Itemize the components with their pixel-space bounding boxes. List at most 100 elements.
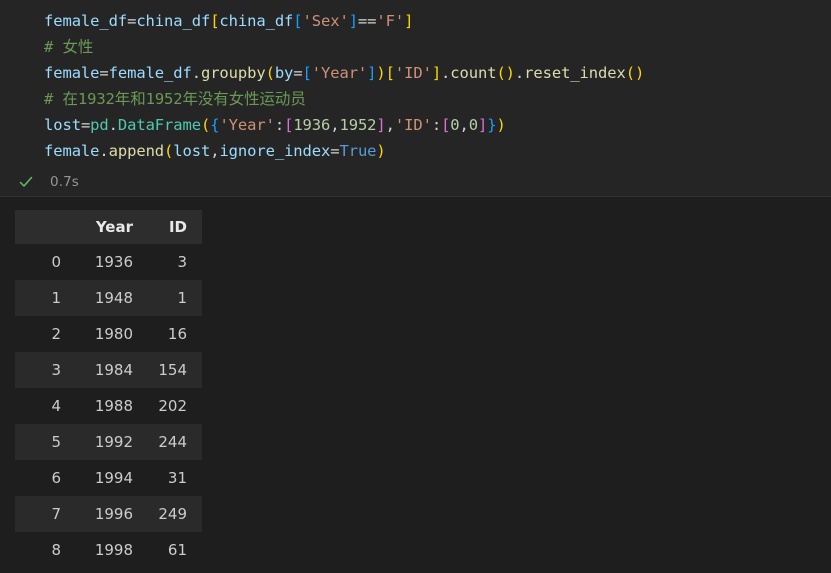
code-token: True [339, 142, 377, 160]
code-line: # 在1932年和1952年没有女性运动员 [44, 86, 831, 112]
code-token: count [450, 64, 497, 82]
code-token: groupby [200, 64, 266, 82]
cell-year: 1994 [94, 469, 133, 487]
cell-year: 1980 [94, 325, 133, 343]
code-token: ] [404, 12, 414, 30]
cell-index: 0 [51, 253, 61, 271]
code-token: . [108, 116, 118, 134]
code-token: ( [164, 142, 174, 160]
code-token: = [80, 116, 91, 134]
table-row: 5 1992 244 [15, 424, 202, 460]
code-token: 'Year' [219, 116, 275, 134]
table-row: 7 1996 249 [15, 496, 202, 532]
execution-time-label: 0.7s [50, 174, 79, 190]
code-token: append [108, 142, 165, 160]
code-token: . [514, 64, 525, 82]
code-token: () [496, 64, 515, 82]
code-token: ] [348, 12, 358, 30]
cell-index: 2 [51, 325, 61, 343]
dataframe-output-table: Year ID 0 1936 3 1 1948 1 2 1980 16 3 1984 154 4 1988… [15, 210, 202, 568]
code-token: ) [376, 64, 386, 82]
code-token: 1936 [293, 116, 331, 134]
code-token: female_df [108, 64, 192, 82]
code-token: ( [265, 64, 275, 82]
cell-output-area: Year ID 0 1936 3 1 1948 1 2 1980 16 3 1984 154 4 1988… [0, 197, 831, 568]
code-token: 'ID' [394, 64, 432, 82]
code-token: = [99, 64, 109, 82]
code-line: female=female_df.groupby(by=['Year'])['I… [44, 60, 831, 86]
table-row: 4 1988 202 [15, 388, 202, 424]
code-token: 'F' [376, 12, 405, 30]
code-token: ] [376, 116, 386, 134]
code-token: female [44, 64, 100, 82]
cell-id: 61 [167, 541, 187, 559]
code-token: = [127, 12, 137, 30]
code-token: 'Sex' [302, 12, 349, 30]
notebook-cell-view: female_df=china_df[china_df['Sex']=='F']… [0, 0, 831, 573]
cell-index: 1 [51, 289, 61, 307]
code-token: ignore_index [219, 142, 331, 160]
code-token: , [459, 116, 469, 134]
code-token: ) [496, 116, 506, 134]
column-header-index [15, 210, 71, 244]
success-check-icon [18, 174, 34, 190]
cell-id: 249 [158, 505, 187, 523]
code-token: [ [293, 12, 303, 30]
code-token: 'Year' [311, 64, 368, 82]
table-row: 8 1998 61 [15, 532, 202, 568]
cell-id: 1 [177, 289, 187, 307]
cell-id: 31 [167, 469, 187, 487]
code-token: ( [200, 116, 211, 134]
cell-index: 7 [51, 505, 61, 523]
cell-id: 3 [177, 253, 187, 271]
code-token: lost [44, 116, 81, 134]
cell-index: 5 [51, 433, 61, 451]
table-row: 0 1936 3 [15, 244, 202, 280]
code-token: == [357, 12, 377, 30]
code-token: female_df [44, 12, 128, 30]
column-header-id: ID [168, 218, 187, 236]
table-row: 3 1984 154 [15, 352, 202, 388]
table-header-row: Year ID [15, 210, 202, 244]
code-cell[interactable]: female_df=china_df[china_df['Sex']=='F']… [0, 0, 831, 197]
cell-year: 1936 [94, 253, 133, 271]
code-token: # 女性 [44, 38, 94, 56]
code-token: . [441, 64, 451, 82]
cell-id: 16 [167, 325, 187, 343]
cell-year: 1996 [94, 505, 133, 523]
code-line: lost=pd.DataFrame({'Year':[1936,1952],'I… [44, 112, 831, 138]
table-row: 6 1994 31 [15, 460, 202, 496]
cell-year: 1998 [94, 541, 133, 559]
cell-execution-status: 0.7s [0, 168, 831, 196]
column-header-year: Year [95, 218, 133, 236]
code-token: . [99, 142, 109, 160]
code-editor[interactable]: female_df=china_df[china_df['Sex']=='F']… [0, 6, 831, 168]
cell-id: 202 [158, 397, 187, 415]
cell-id: 154 [158, 361, 187, 379]
code-token: . [191, 64, 201, 82]
table-body: 0 1936 3 1 1948 1 2 1980 16 3 1984 154 4 1988 202 5 1992… [15, 244, 202, 568]
code-token: ] [478, 116, 488, 134]
code-token: : [431, 116, 442, 134]
code-token: female [44, 142, 100, 160]
table-row: 2 1980 16 [15, 316, 202, 352]
cell-year: 1984 [94, 361, 133, 379]
code-token: pd [90, 116, 109, 134]
code-token: : [274, 116, 285, 134]
code-token: DataFrame [117, 116, 201, 134]
table-row: 1 1948 1 [15, 280, 202, 316]
code-token: 0 [450, 116, 460, 134]
code-token: [ [441, 116, 451, 134]
code-token: [ [284, 116, 294, 134]
cell-index: 4 [51, 397, 61, 415]
code-token: [ [302, 64, 312, 82]
cell-year: 1948 [94, 289, 133, 307]
code-token: () [625, 64, 645, 82]
code-line: female_df=china_df[china_df['Sex']=='F'] [44, 8, 831, 34]
code-token: ] [431, 64, 442, 82]
code-token: lost [173, 142, 211, 160]
code-line: female.append(lost,ignore_index=True) [44, 138, 831, 164]
code-token: [ [385, 64, 395, 82]
code-token: 'ID' [394, 116, 432, 134]
cell-index: 8 [51, 541, 61, 559]
